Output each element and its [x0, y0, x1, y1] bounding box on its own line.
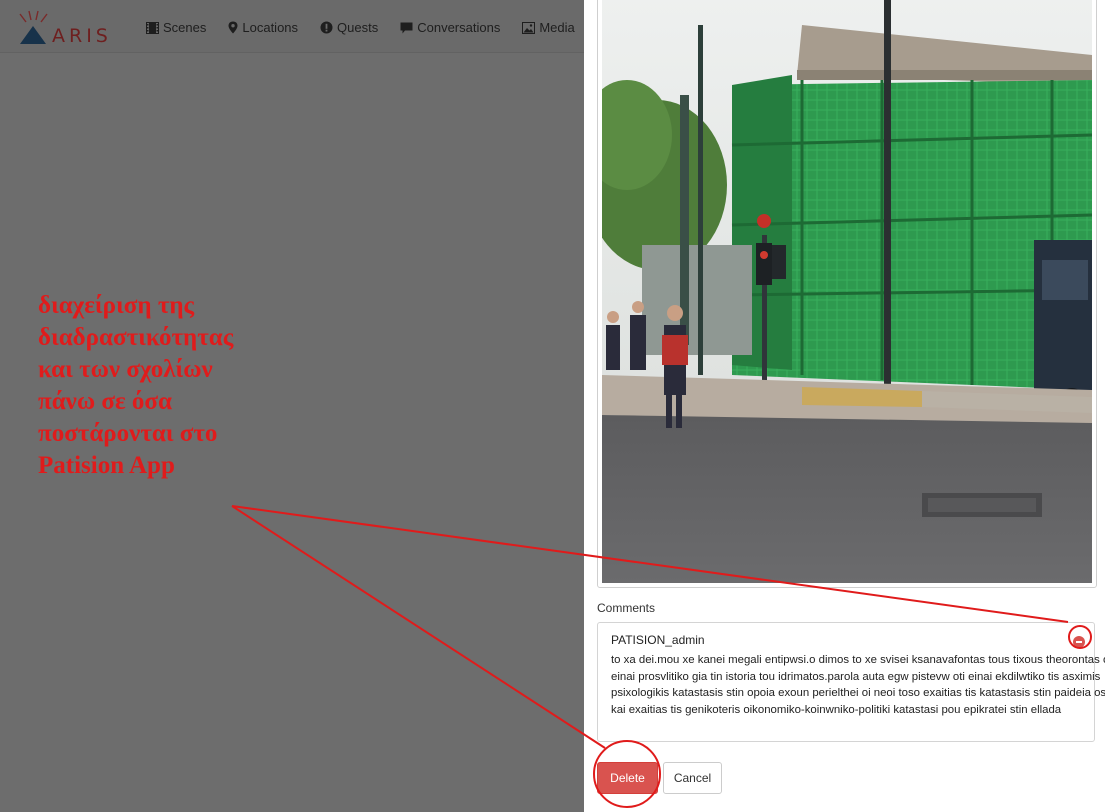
exclamation-circle-icon — [320, 21, 333, 34]
map-marker-icon — [228, 21, 238, 34]
app-navbar: ARIS Scenes Locations Quests Conversatio… — [0, 0, 584, 53]
nav-scenes[interactable]: Scenes — [146, 20, 206, 35]
nav-media[interactable]: Media — [522, 20, 575, 35]
remove-comment-icon[interactable] — [1073, 636, 1085, 648]
comment-icon — [400, 22, 413, 33]
comment-moderation-modal: Comments PATISION_admin to xa dei.mou xe… — [584, 0, 1105, 812]
nav-conversations[interactable]: Conversations — [400, 20, 500, 35]
nav-quests[interactable]: Quests — [320, 20, 378, 35]
film-icon — [146, 21, 159, 34]
comments-label: Comments — [597, 601, 656, 615]
cancel-button[interactable]: Cancel — [663, 762, 722, 794]
comment-author: PATISION_admin — [611, 633, 705, 647]
delete-button[interactable]: Delete — [597, 762, 658, 794]
photo-frame — [597, 0, 1097, 588]
nav-items: Scenes Locations Quests Conversations Me… — [146, 20, 575, 35]
nav-quests-label: Quests — [337, 20, 379, 35]
comment-item: PATISION_admin to xa dei.mou xe kanei me… — [597, 622, 1105, 742]
picture-icon — [522, 21, 536, 34]
nav-locations[interactable]: Locations — [228, 20, 298, 35]
media-photo — [602, 0, 1092, 583]
nav-clip: Scenes Locations Quests Conversations Me… — [0, 0, 584, 52]
annotation-line-to-delete — [231, 505, 606, 749]
nav-locations-label: Locations — [242, 20, 299, 35]
street-photo-image — [602, 0, 1092, 583]
nav-media-label: Media — [539, 20, 575, 35]
comment-text: to xa dei.mou xe kanei megali entipwsi.o… — [611, 654, 1105, 716]
annotation-text: διαχείριση της διαδραστικότητας και των … — [38, 292, 234, 479]
nav-scenes-label: Scenes — [163, 20, 207, 35]
nav-conversations-label: Conversations — [417, 20, 501, 35]
